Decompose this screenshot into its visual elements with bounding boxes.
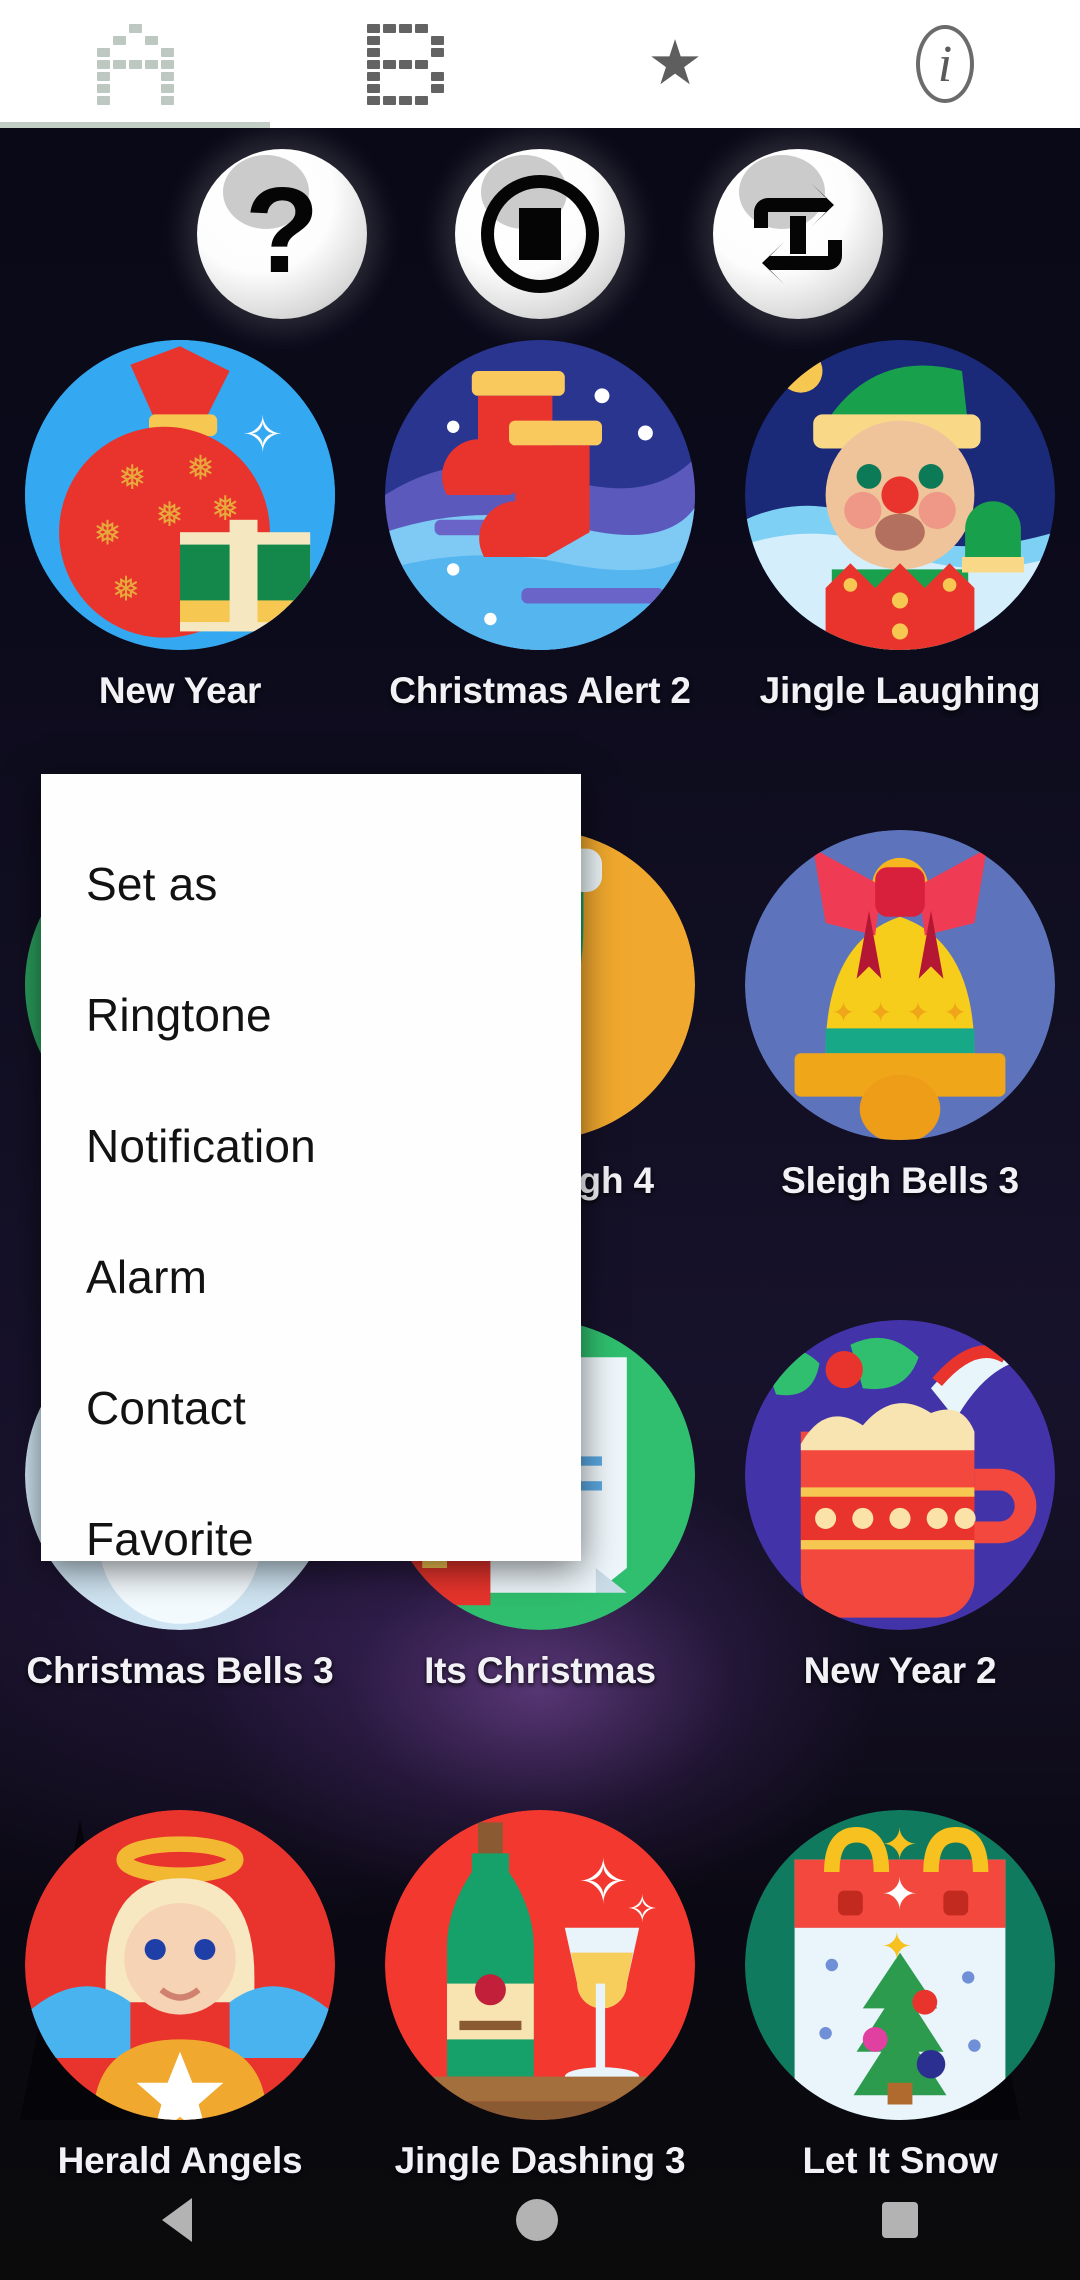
grid-item-label: Sleigh Bells 3 — [781, 1160, 1019, 1201]
repeat-icon — [754, 184, 842, 284]
menu-item-contact[interactable]: Contact — [41, 1342, 581, 1473]
pixel-a-icon — [96, 23, 174, 105]
grid-item[interactable]: ✦ ✦ ✦ ✦ Sleigh Bells 3 — [720, 820, 1080, 1310]
grid-item-label: Christmas Alert 2 — [389, 670, 691, 711]
svg-text:❅: ❅ — [155, 496, 184, 534]
svg-text:❅: ❅ — [118, 459, 147, 497]
menu-item-ringtone[interactable]: Ringtone — [41, 949, 581, 1080]
cocoa-mug-icon — [745, 1320, 1055, 1630]
calendar-tree-icon: ✦ ✦ ✦ — [745, 1810, 1055, 2120]
pixel-b-icon — [366, 23, 444, 105]
recents-button[interactable] — [882, 2202, 918, 2238]
menu-item-set-as[interactable]: Set as — [41, 818, 581, 949]
svg-text:✦: ✦ — [906, 997, 929, 1028]
player-controls: ? — [0, 140, 1080, 328]
svg-text:❅: ❅ — [112, 570, 141, 608]
star-icon: ★ — [647, 29, 703, 98]
ice-skates-icon — [385, 340, 695, 650]
tab-info[interactable]: i — [810, 0, 1080, 128]
svg-text:✦: ✦ — [869, 997, 892, 1028]
grid-item[interactable]: ❅❅ ❅❅ ❅❅ ❅ ✧ New Year — [0, 330, 360, 820]
back-button[interactable] — [162, 2198, 192, 2242]
stop-circle-icon — [481, 175, 599, 293]
svg-text:✧: ✧ — [242, 407, 284, 463]
grid-item-label: Jingle Laughing — [759, 670, 1041, 711]
tab-all[interactable] — [0, 0, 270, 129]
grid-item[interactable]: Jingle Laughing — [720, 330, 1080, 820]
elf-icon — [745, 340, 1055, 650]
grid-item-label: New Year 2 — [803, 1650, 997, 1691]
svg-text:✧: ✧ — [577, 1848, 629, 1917]
question-mark-icon: ? — [244, 162, 320, 298]
menu-item-favorite[interactable]: Favorite — [41, 1473, 581, 1604]
tab-browse[interactable] — [270, 0, 540, 128]
grid-item-label: Its Christmas — [424, 1650, 656, 1691]
bell-icon: ✦ ✦ ✦ ✦ — [745, 830, 1055, 1140]
help-button[interactable]: ? — [197, 149, 367, 319]
angel-icon — [25, 1810, 335, 2120]
grid-item[interactable]: New Year 2 — [720, 1310, 1080, 1800]
top-tab-bar: ★ i — [0, 0, 1080, 129]
grid-item-label: New Year — [98, 670, 262, 711]
svg-text:✦: ✦ — [881, 1871, 917, 1919]
svg-text:✦: ✦ — [881, 1925, 912, 1967]
gift-bag-icon: ❅❅ ❅❅ ❅❅ ❅ ✧ — [25, 340, 335, 650]
svg-text:❅: ❅ — [93, 515, 122, 553]
repeat-button[interactable] — [713, 149, 883, 319]
grid-item[interactable]: Christmas Alert 2 — [360, 330, 720, 820]
info-icon: i — [916, 25, 974, 103]
svg-text:✧: ✧ — [627, 1888, 658, 1930]
home-button[interactable] — [516, 2199, 558, 2241]
svg-text:❅: ❅ — [186, 450, 215, 488]
svg-text:✦: ✦ — [943, 997, 966, 1028]
android-navigation-bar — [0, 2160, 1080, 2280]
grid-item-label: Christmas Bells 3 — [26, 1650, 334, 1691]
svg-text:✦: ✦ — [881, 1822, 917, 1870]
menu-item-alarm[interactable]: Alarm — [41, 1211, 581, 1342]
stop-button[interactable] — [455, 149, 625, 319]
svg-text:✦: ✦ — [832, 997, 855, 1028]
menu-item-notification[interactable]: Notification — [41, 1080, 581, 1211]
tab-favorites[interactable]: ★ — [540, 0, 810, 128]
set-as-context-menu: Set as Ringtone Notification Alarm Conta… — [41, 774, 581, 1565]
champagne-icon: ✧ ✧ — [385, 1810, 695, 2120]
